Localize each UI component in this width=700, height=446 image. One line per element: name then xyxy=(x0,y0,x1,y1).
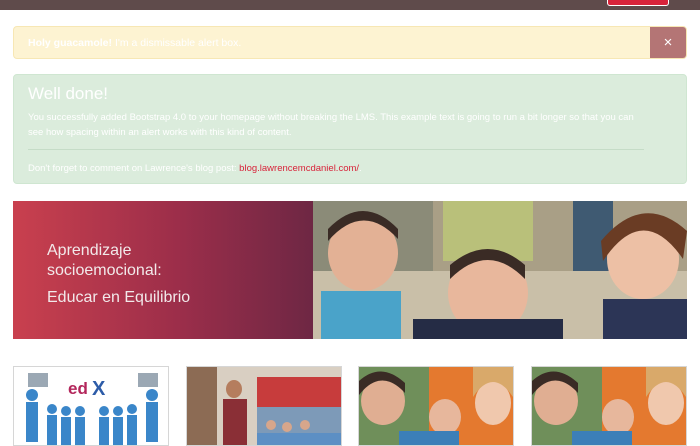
banner-title: Aprendizaje socioemocional: xyxy=(47,241,162,281)
alert-message: Holy guacamole! I'm a dismissable alert … xyxy=(28,37,241,49)
edx-logo-ed: ed xyxy=(68,379,88,398)
course-card-children-1[interactable] xyxy=(358,366,514,446)
course-card-classroom[interactable] xyxy=(186,366,342,446)
banner-subtitle: Educar en Equilibrio xyxy=(47,289,191,306)
banner-title-line1: Aprendizaje xyxy=(47,242,132,259)
alert-note-suffix: . xyxy=(359,163,362,174)
alert-body: You successfully added Bootstrap 4.0 to … xyxy=(28,112,634,138)
banner-title-line2: socioemocional: xyxy=(47,262,162,279)
hero-banner[interactable]: Aprendizaje socioemocional: Educar en Equ… xyxy=(13,201,687,339)
dismissable-alert: Holy guacamole! I'm a dismissable alert … xyxy=(13,26,687,59)
edx-logo-x: X xyxy=(92,378,106,400)
close-button[interactable]: × xyxy=(650,27,686,58)
success-alert: Well done! You successfully added Bootst… xyxy=(13,74,687,184)
alert-strong-text: Holy guacamole! xyxy=(28,37,113,49)
banner-overlay: Aprendizaje socioemocional: Educar en Equ… xyxy=(13,201,313,339)
alert-note: Don't forget to comment on Lawrence's bl… xyxy=(28,163,362,174)
children-image xyxy=(359,367,513,445)
top-navbar xyxy=(0,0,700,10)
course-card-edx[interactable]: ed X xyxy=(13,366,169,446)
alert-heading: Well done! xyxy=(28,84,109,103)
edx-logo-image: ed X xyxy=(14,367,168,445)
navbar-button[interactable] xyxy=(607,0,669,6)
children-image xyxy=(532,367,686,445)
classroom-image xyxy=(187,367,341,445)
course-card-children-2[interactable] xyxy=(531,366,687,446)
alert-text: I'm a dismissable alert box. xyxy=(112,37,242,49)
alert-note-text: Don't forget to comment on Lawrence's bl… xyxy=(28,163,240,174)
alert-divider xyxy=(28,149,644,150)
blog-link[interactable]: blog.lawrencemcdaniel.com/ xyxy=(239,163,359,174)
